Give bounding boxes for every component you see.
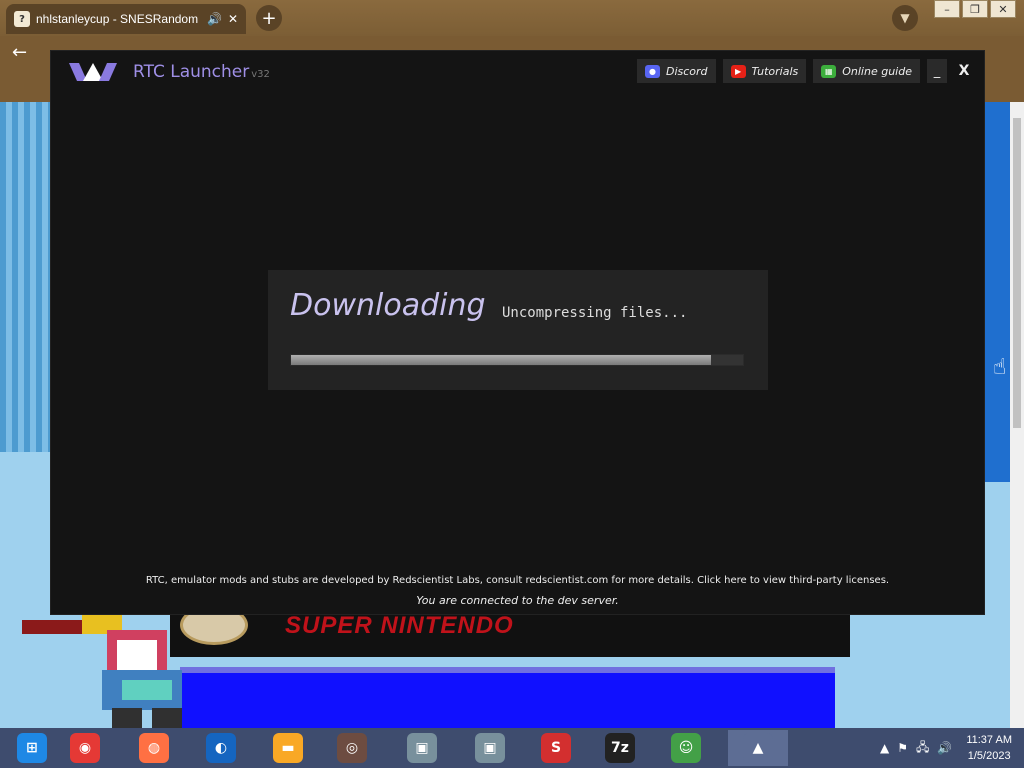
download-progress-bar	[290, 354, 744, 366]
close-button[interactable]: X	[954, 59, 974, 83]
sushi-icon: ◎	[337, 733, 367, 763]
users-icon: ☺	[671, 733, 701, 763]
taskbar-snes9x[interactable]: S	[526, 730, 586, 766]
app-name: RTC Launcher	[133, 62, 250, 82]
character-sprite	[22, 610, 182, 728]
connection-status: You are connected to the dev server.	[416, 594, 619, 607]
online-guide-button[interactable]: ▦ Online guide	[813, 59, 920, 83]
installer-icon: ▣	[475, 733, 505, 763]
progress-fill	[291, 355, 712, 365]
taskbar-setup-2[interactable]: ▣	[460, 730, 520, 766]
guide-icon: ▦	[821, 64, 837, 78]
s-logo-icon: S	[541, 733, 571, 763]
discord-icon: ●	[644, 64, 660, 78]
close-window-button[interactable]: ✕	[990, 0, 1016, 18]
download-title: Downloading	[290, 288, 486, 323]
installer-icon: ▣	[407, 733, 437, 763]
tutorials-button[interactable]: ▶ Tutorials	[722, 59, 807, 83]
firefox-icon: ◍	[139, 733, 169, 763]
download-status: Uncompressing files...	[502, 305, 688, 321]
tutorials-label: Tutorials	[751, 64, 799, 78]
super-nintendo-logo: SUPER NINTENDO	[285, 612, 514, 639]
back-arrow-icon[interactable]: ←	[12, 42, 27, 63]
network-icon[interactable]: 🖧	[916, 738, 929, 759]
new-tab-button[interactable]: +	[256, 5, 282, 31]
rtc-launcher-window: RTC Launcher v32 ● Discord ▶ Tutorials ▦ …	[50, 50, 985, 615]
page-scrollbar[interactable]	[1010, 102, 1024, 728]
taskbar-setup-1[interactable]: ▣	[392, 730, 452, 766]
clock-date: 1/5/2023	[967, 750, 1011, 762]
rtc-logo-icon: ▲	[743, 733, 773, 763]
window-controls: – ❐ ✕	[934, 0, 1016, 18]
puzzle-favicon-icon: ?	[14, 11, 30, 27]
taskbar-file-explorer[interactable]: ▬	[258, 730, 318, 766]
water-wall	[0, 102, 50, 452]
download-panel: Downloading Uncompressing files...	[268, 270, 768, 390]
speaker-icon[interactable]: 🔊	[207, 12, 222, 26]
online-guide-label: Online guide	[842, 64, 912, 78]
taskbar-rtc-launcher[interactable]: ▲	[728, 730, 788, 766]
taskbar-7zip[interactable]: 7z	[590, 730, 650, 766]
obama-logo-icon: ◐	[206, 733, 236, 763]
chevron-down-icon[interactable]: ▼	[892, 5, 918, 31]
taskbar-start-button[interactable]: ⊞	[2, 730, 62, 766]
discord-button[interactable]: ● Discord	[636, 59, 716, 83]
minimize-button[interactable]: _	[927, 59, 947, 83]
restore-window-button[interactable]: ❐	[962, 0, 988, 18]
flag-icon[interactable]: ⚑	[897, 741, 908, 755]
taskbar-users-app[interactable]: ☺	[656, 730, 716, 766]
chrome-icon: ◉	[70, 733, 100, 763]
7z-icon: 7z	[605, 733, 635, 763]
scrollbar-thumb[interactable]	[1013, 118, 1021, 428]
volume-icon[interactable]: 🔊	[937, 741, 952, 755]
close-icon[interactable]: ✕	[228, 12, 238, 26]
tab-title: nhlstanleycup - SNESRandom	[36, 12, 199, 26]
clock-time: 11:37 AM	[966, 734, 1012, 746]
credits-link[interactable]: RTC, emulator mods and stubs are develop…	[51, 575, 984, 586]
taskbar-obama-app[interactable]: ◐	[191, 730, 251, 766]
blue-wall	[985, 102, 1010, 482]
launcher-brand: RTC Launcher v32	[69, 61, 270, 83]
clock[interactable]: 11:37 AM 1/5/2023	[966, 732, 1012, 764]
taskbar: ▲ ⚑ 🖧 🔊 11:37 AM 1/5/2023 ⊞ ◉ ◍ ◐ ▬ ◎ ▣ ▣ S 7z ☺ ▲	[0, 728, 1024, 768]
taskbar-firefox[interactable]: ◍	[124, 730, 184, 766]
chevron-up-icon[interactable]: ▲	[880, 741, 889, 755]
minimize-window-button[interactable]: –	[934, 0, 960, 18]
browser-tabstrip: ? nhlstanleycup - SNESRandom 🔊 ✕ + ▼ – ❐…	[0, 0, 1024, 36]
discord-label: Discord	[665, 64, 708, 78]
youtube-icon: ▶	[730, 64, 746, 78]
taskbar-chrome[interactable]: ◉	[55, 730, 115, 766]
rtc-logo-icon	[69, 63, 117, 81]
launcher-toolbar: ● Discord ▶ Tutorials ▦ Online guide _ X	[636, 59, 974, 83]
system-tray: ▲ ⚑ 🖧 🔊 11:37 AM 1/5/2023	[880, 728, 1024, 768]
folder-icon: ▬	[273, 733, 303, 763]
taskbar-sushi-app[interactable]: ◎	[322, 730, 382, 766]
hand-cursor-icon: ☝	[993, 355, 1007, 380]
app-version: v32	[251, 69, 270, 80]
browser-tab[interactable]: ? nhlstanleycup - SNESRandom 🔊 ✕	[6, 4, 246, 34]
blue-dialog-box	[180, 667, 835, 728]
windows-start-icon: ⊞	[17, 733, 47, 763]
